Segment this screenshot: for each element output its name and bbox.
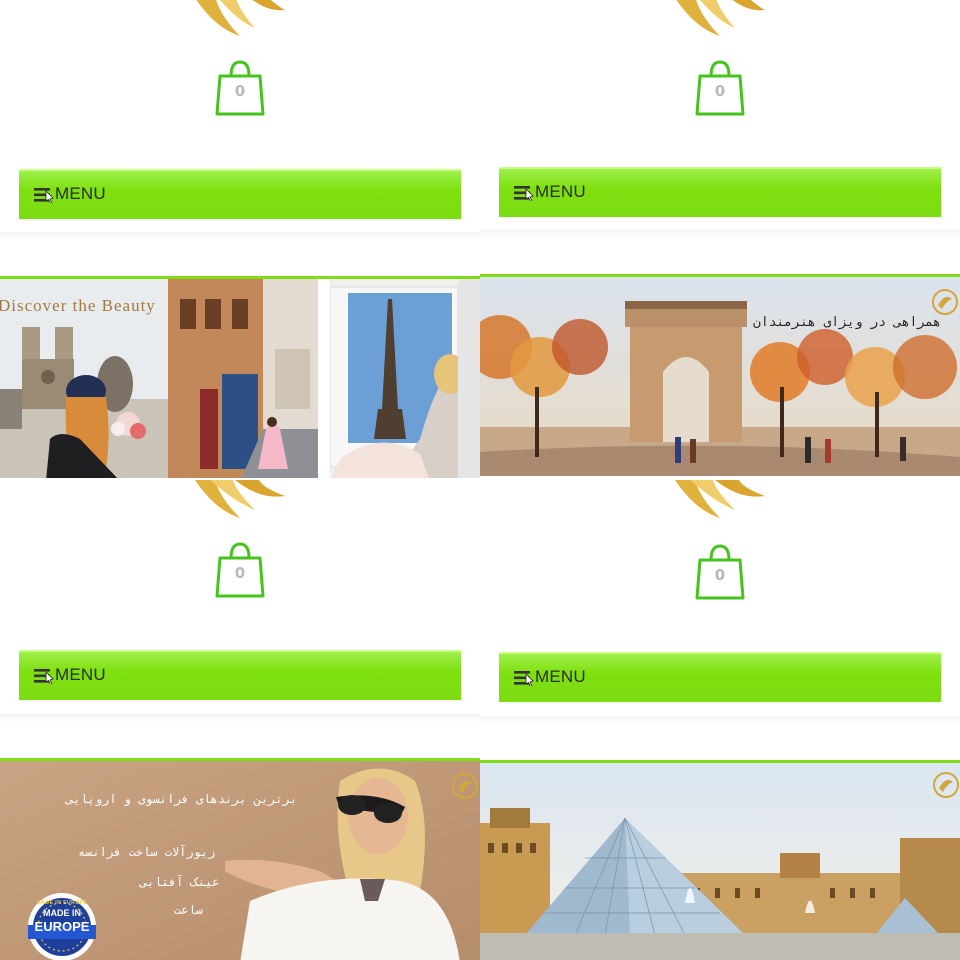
menu-label: MENU — [55, 665, 106, 684]
cart-count: 0 — [234, 82, 246, 100]
banner-image-louvre-pyramid — [480, 763, 960, 960]
section-divider — [480, 230, 960, 238]
menu-label: MENU — [55, 184, 106, 203]
banner-headline: برترین برندهای فرانسوی و اروپایی — [66, 792, 298, 806]
hamburger-menu-icon — [514, 671, 534, 686]
cart-count: 0 — [714, 82, 726, 100]
menu-toggle-button[interactable]: MENU — [499, 652, 941, 702]
menu-label: MENU — [535, 182, 586, 201]
hamburger-menu-icon — [34, 669, 54, 684]
menu-toggle-button[interactable]: MENU — [499, 167, 941, 217]
banner-headline: همراهی در ویزای هنرمندان — [753, 315, 941, 330]
banner-discover-beauty[interactable]: Discover the Beauty — [0, 276, 480, 478]
screenshot-collage: 0 MENU 0 MENU Discover the Beauty همراهی… — [0, 0, 960, 960]
site-header-1: 0 MENU — [0, 0, 480, 240]
made-in-europe-badge: MADE IN EUROPE MADE IN EUROPE — [28, 900, 96, 934]
hamburger-menu-icon — [34, 188, 54, 203]
section-divider — [480, 716, 960, 724]
cart-count: 0 — [234, 564, 246, 582]
badge-top-text: MADE IN EUROPE — [36, 900, 88, 906]
banner-headline: Discover the Beauty — [0, 296, 156, 315]
banner-artists-visa[interactable]: همراهی در ویزای هنرمندان — [480, 274, 960, 476]
brand-logo-icon — [196, 0, 285, 36]
badge-sub-text: EUROPE — [34, 919, 90, 934]
section-divider — [0, 232, 480, 240]
section-divider — [0, 714, 480, 722]
banner-european-brands[interactable]: برترین برندهای فرانسوی و اروپایی زیورآلا… — [0, 758, 480, 960]
menu-label: MENU — [535, 667, 586, 686]
hamburger-menu-icon — [514, 186, 534, 201]
menu-toggle-button[interactable]: MENU — [19, 169, 461, 219]
cart-button[interactable]: 0 — [694, 58, 746, 118]
site-header-4: 0 MENU — [480, 480, 960, 752]
banner-list-item: عینک آفتابی — [140, 875, 220, 889]
site-header-3: 0 MENU — [0, 480, 480, 752]
banner-list-item: ساعت — [174, 903, 203, 917]
cart-count: 0 — [714, 566, 726, 584]
menu-toggle-button[interactable]: MENU — [19, 650, 461, 700]
banner-image-arc-de-triomphe-painting — [480, 277, 960, 476]
brand-logo-icon — [676, 0, 765, 36]
badge-main-text: MADE IN — [43, 908, 81, 918]
cart-button[interactable]: 0 — [694, 542, 746, 602]
cart-button[interactable]: 0 — [214, 540, 266, 600]
site-header-2: 0 MENU — [480, 0, 960, 240]
cart-button[interactable]: 0 — [214, 58, 266, 118]
banner-louvre[interactable] — [480, 760, 960, 960]
banner-list-item: زیورآلات ساخت فرانسه — [78, 845, 216, 859]
